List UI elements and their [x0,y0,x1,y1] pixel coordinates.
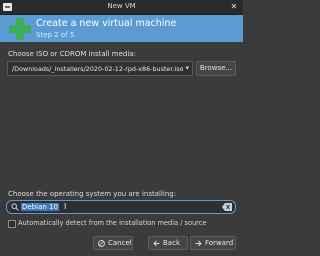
arrow-right-icon [195,240,202,247]
os-search-value[interactable]: Debian 10 [21,203,59,211]
forward-button[interactable]: Forward [190,236,236,250]
browse-button[interactable]: Browse... [196,61,236,76]
back-label: Back [163,239,180,247]
title-bar: New VM ✕ [0,0,243,15]
iso-path-value[interactable]: /Downloads/_installers/2020-02-12-rpd-x8… [12,65,183,73]
text-cursor-icon: I [64,202,67,211]
install-media-label: Choose ISO or CDROM install media: [8,50,136,58]
wizard-step: Step 2 of 5 [36,31,75,39]
os-list-area [7,80,236,190]
wizard-header: Create a new virtual machine Step 2 of 5 [0,15,243,42]
os-label: Choose the operating system you are inst… [8,190,177,198]
auto-detect-label[interactable]: Automatically detect from the installati… [18,219,206,227]
search-icon [11,203,19,211]
os-search-input[interactable]: Debian 10 I [6,200,236,214]
forward-label: Forward [205,239,234,247]
back-button[interactable]: Back [148,236,188,250]
clear-icon[interactable] [222,203,232,211]
auto-detect-checkbox[interactable] [8,220,16,228]
iso-path-combobox[interactable]: /Downloads/_installers/2020-02-12-rpd-x8… [7,61,193,76]
add-vm-icon [9,18,31,40]
window-title: New VM [107,2,136,10]
close-icon[interactable]: ✕ [229,2,239,12]
cancel-icon [98,240,105,247]
cancel-button[interactable]: Cancel [93,236,133,250]
arrow-left-icon [153,240,160,247]
chevron-down-icon[interactable]: ▾ [185,64,189,72]
wizard-title: Create a new virtual machine [36,18,177,29]
cancel-label: Cancel [108,239,132,247]
